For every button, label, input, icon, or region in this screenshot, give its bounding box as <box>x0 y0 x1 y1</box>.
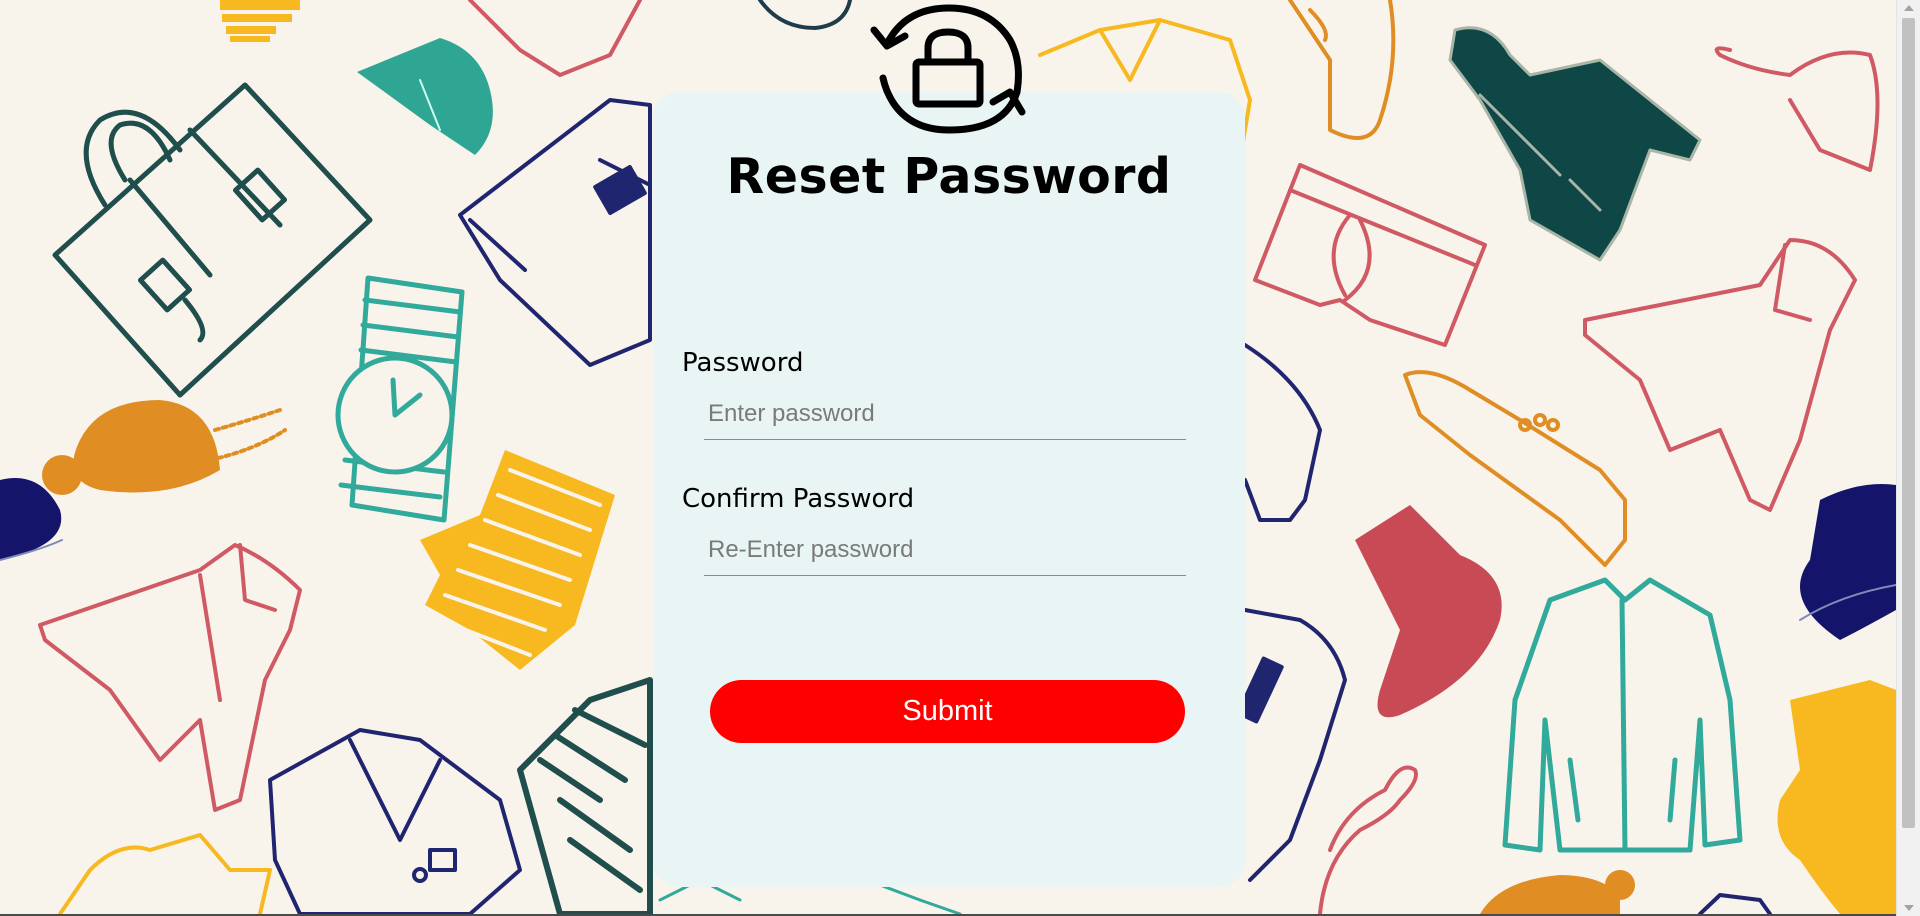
submit-button[interactable]: Submit <box>710 680 1185 743</box>
shorts-icon <box>1253 163 1487 347</box>
suit-icon <box>458 98 652 367</box>
shoe-icon <box>1288 0 1396 140</box>
scrollbar-thumb[interactable] <box>1902 18 1915 828</box>
sweater-icon <box>517 677 653 914</box>
beanie-icon <box>42 400 287 495</box>
cap-icon <box>1800 484 1896 640</box>
cap-icon <box>357 38 493 155</box>
cap-icon <box>1714 46 1880 172</box>
shirt-icon <box>1698 893 1772 914</box>
confirm-password-input[interactable] <box>704 524 1186 576</box>
raincoat-icon <box>38 543 302 812</box>
shirt-icon <box>220 0 300 42</box>
password-label: Password <box>682 348 804 378</box>
lock-refresh-icon <box>870 4 1026 134</box>
password-input[interactable] <box>704 388 1186 440</box>
scroll-down-arrow-icon[interactable] <box>1904 905 1914 911</box>
confirm-password-label: Confirm Password <box>682 484 915 514</box>
sock-icon <box>1355 505 1502 718</box>
scroll-up-arrow-icon[interactable] <box>1904 5 1914 11</box>
hat-icon <box>758 0 852 30</box>
page-title: Reset Password <box>726 148 1172 205</box>
handbag-icon <box>52 82 373 398</box>
shirt-icon <box>58 833 272 914</box>
boot-icon <box>1777 680 1896 914</box>
cap-icon <box>1318 765 1418 914</box>
jacket-icon <box>1502 577 1743 853</box>
beanie-icon <box>1480 875 1620 914</box>
hoodie-icon <box>1448 26 1702 262</box>
jacket-icon <box>468 0 642 77</box>
blazer-icon <box>268 728 522 914</box>
raincoat-icon <box>1583 238 1857 512</box>
shirt-icon <box>1236 343 1347 882</box>
watch-icon <box>335 275 465 523</box>
vertical-scrollbar[interactable] <box>1896 0 1920 916</box>
